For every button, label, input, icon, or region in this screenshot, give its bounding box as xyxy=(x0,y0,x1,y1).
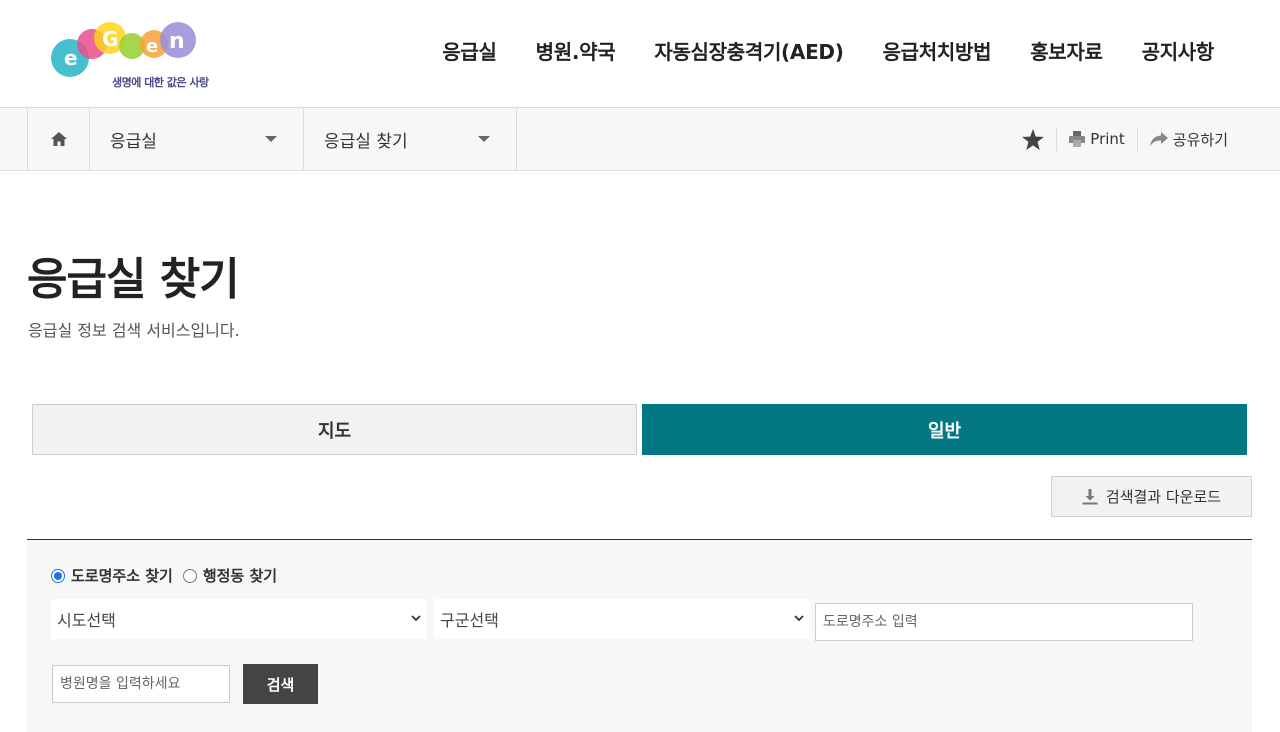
breadcrumb-level1-label: 응급실 xyxy=(110,131,157,152)
page-title: 응급실 찾기 xyxy=(27,254,240,305)
logo-tagline: 생명에 대한 값은 사랑 xyxy=(112,76,209,89)
hospital-name-input[interactable] xyxy=(52,665,230,703)
star-icon xyxy=(1022,128,1045,150)
tab-map[interactable]: 지도 xyxy=(32,404,637,455)
caret-down-icon xyxy=(265,136,277,142)
download-label: 검색결과 다운로드 xyxy=(1105,488,1222,506)
main-nav: 응급실 병원.약국 자동심장충격기(AED) 응급처치방법 홍보자료 공지사항 xyxy=(442,36,1214,65)
page-subtitle: 응급실 정보 검색 서비스입니다. xyxy=(28,321,240,340)
search-button[interactable]: 검색 xyxy=(243,664,318,704)
breadcrumb-level2-label: 응급실 찾기 xyxy=(324,131,408,152)
header: e G e n 생명에 대한 값은 사랑 응급실 병원.약국 자동심장충격기(A… xyxy=(0,0,1280,107)
share-arrow-icon xyxy=(1149,132,1168,146)
home-button[interactable] xyxy=(27,108,90,170)
breadcrumb-level2-dropdown[interactable]: 응급실 찾기 xyxy=(304,108,517,170)
favorite-button[interactable] xyxy=(1010,127,1056,151)
nav-promotion[interactable]: 홍보자료 xyxy=(1030,36,1103,65)
gugun-select-value: 구군선택 xyxy=(440,611,499,630)
radio-road-address[interactable]: 도로명주소 찾기 xyxy=(51,565,173,586)
nav-first-aid[interactable]: 응급처치방법 xyxy=(883,36,992,65)
search-type-radios: 도로명주소 찾기 행정동 찾기 xyxy=(51,565,277,586)
radio-road-address-label: 도로명주소 찾기 xyxy=(71,567,173,585)
download-results-button[interactable]: 검색결과 다운로드 xyxy=(1051,476,1252,517)
site-logo[interactable]: e G e n 생명에 대한 값은 사랑 xyxy=(50,14,220,94)
svg-text:G: G xyxy=(102,27,118,51)
printer-icon xyxy=(1069,131,1086,147)
nav-aed[interactable]: 자동심장충격기(AED) xyxy=(654,36,844,65)
gugun-select[interactable]: 구군선택 xyxy=(434,599,810,639)
chevron-down-icon xyxy=(794,615,804,622)
svg-text:e: e xyxy=(146,36,158,57)
caret-down-icon xyxy=(478,136,490,142)
nav-emergency-room[interactable]: 응급실 xyxy=(442,36,497,65)
road-address-input[interactable] xyxy=(815,603,1193,641)
radio-admin-dong[interactable]: 행정동 찾기 xyxy=(182,565,278,586)
tab-general[interactable]: 일반 xyxy=(642,404,1247,455)
nav-notice[interactable]: 공지사항 xyxy=(1142,36,1215,65)
svg-text:e: e xyxy=(64,46,78,70)
page-tools: Print 공유하기 xyxy=(1010,108,1240,170)
radio-admin-dong-label: 행정동 찾기 xyxy=(202,567,278,585)
sido-select-value: 시도선택 xyxy=(57,611,116,630)
home-icon xyxy=(50,132,67,146)
breadcrumb-bar: 응급실 응급실 찾기 Print 공유하기 xyxy=(0,107,1280,171)
search-panel: 도로명주소 찾기 행정동 찾기 시도선택 구군선택 검색 xyxy=(27,539,1252,732)
radio-checked-indicator xyxy=(51,568,65,583)
breadcrumb-level1-dropdown[interactable]: 응급실 xyxy=(90,108,304,170)
print-label: Print xyxy=(1090,130,1125,148)
print-button[interactable]: Print xyxy=(1056,127,1137,151)
share-label: 공유하기 xyxy=(1172,130,1228,149)
nav-hospital-pharmacy[interactable]: 병원.약국 xyxy=(536,36,616,65)
share-button[interactable]: 공유하기 xyxy=(1136,127,1240,151)
download-icon xyxy=(1082,488,1098,504)
chevron-down-icon xyxy=(411,615,421,622)
sido-select[interactable]: 시도선택 xyxy=(51,599,427,639)
svg-text:n: n xyxy=(169,29,185,54)
radio-unchecked-indicator xyxy=(182,568,197,583)
